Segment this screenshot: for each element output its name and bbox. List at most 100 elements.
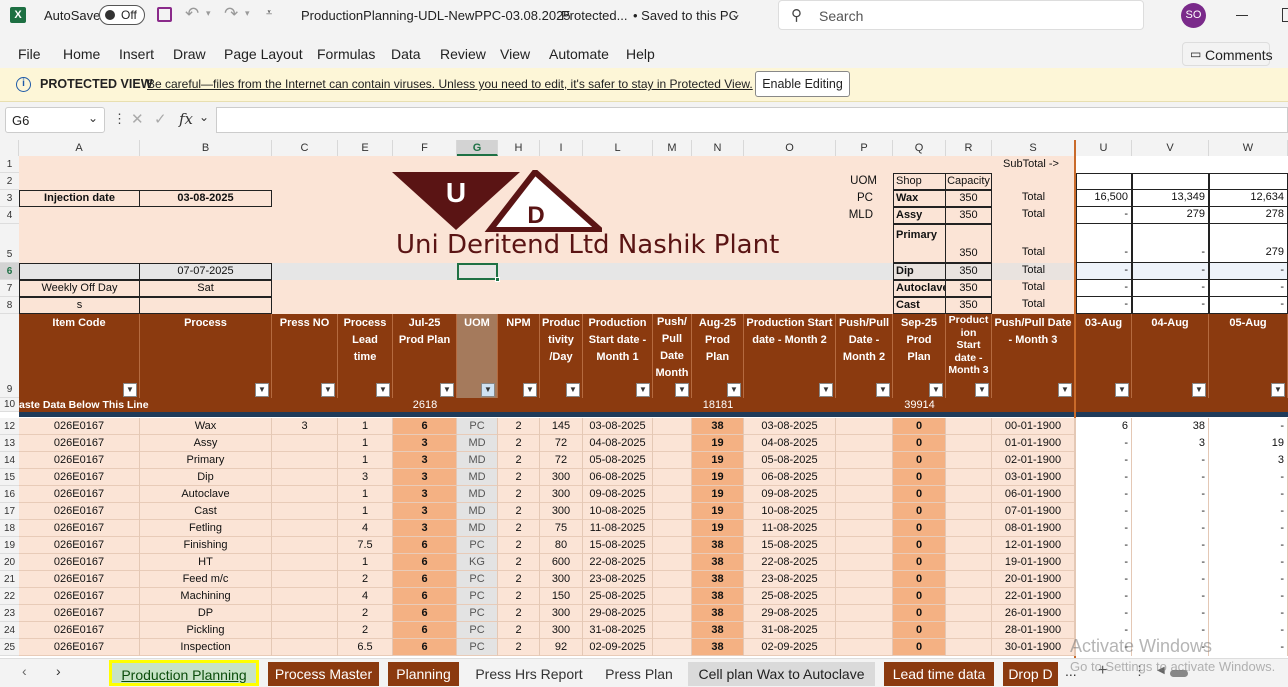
column-header-r[interactable]: R (946, 140, 992, 156)
cell-aug[interactable]: 19 (692, 452, 743, 468)
row-header-6[interactable]: 6 (0, 263, 19, 280)
cell-prod[interactable]: 145 (540, 418, 582, 434)
cell-process[interactable]: HT (140, 554, 271, 570)
filter-dropdown-icon[interactable]: ▼ (566, 383, 580, 397)
column-header-o[interactable]: O (744, 140, 836, 156)
column-header-v[interactable]: V (1132, 140, 1209, 156)
row-header-20[interactable]: 20 (0, 554, 19, 571)
cell-start2[interactable]: 29-08-2025 (744, 605, 835, 621)
cell-prod[interactable]: 600 (540, 554, 582, 570)
comments-button[interactable]: ▭ Comments (1182, 42, 1273, 66)
cell-item[interactable]: 026E0167 (19, 622, 139, 638)
tab-process-master[interactable]: Process Master (268, 662, 379, 686)
cell-lead[interactable]: 2 (338, 622, 392, 638)
row-header-4[interactable]: 4 (0, 207, 19, 224)
subtotal-u[interactable]: - (1076, 280, 1132, 297)
cell-v[interactable]: - (1132, 520, 1208, 536)
row-header-7[interactable]: 7 (0, 280, 19, 297)
subtotal-w[interactable]: 278 (1209, 207, 1288, 224)
cell-item[interactable]: 026E0167 (19, 520, 139, 536)
cell-start2[interactable]: 31-08-2025 (744, 622, 835, 638)
cell-press[interactable] (272, 571, 337, 587)
cell-w[interactable]: - (1209, 571, 1287, 587)
enable-editing-button[interactable]: Enable Editing (755, 71, 850, 97)
tab-lead-time-data[interactable]: Lead time data (884, 662, 994, 686)
row-header-8[interactable]: 8 (0, 297, 19, 314)
fill-handle[interactable] (495, 277, 500, 282)
column-header-c[interactable]: C (272, 140, 338, 156)
cell-pp3[interactable]: 02-01-1900 (992, 452, 1074, 468)
filter-dropdown-icon[interactable]: ▼ (123, 383, 137, 397)
cell-pp3[interactable]: 08-01-1900 (992, 520, 1074, 536)
cell-aug[interactable]: 19 (692, 486, 743, 502)
cell-npm[interactable]: 2 (498, 605, 539, 621)
subtotal-u[interactable]: 16,500 (1076, 190, 1132, 207)
subtotal-u[interactable]: - (1076, 224, 1132, 263)
cell-jul[interactable]: 6 (393, 588, 456, 604)
cell-aug[interactable]: 38 (692, 571, 743, 587)
cell-w[interactable]: - (1209, 588, 1287, 604)
subtotal-u[interactable]: - (1076, 207, 1132, 224)
column-header-p[interactable]: P (836, 140, 893, 156)
cell-jul[interactable]: 3 (393, 435, 456, 451)
cell-w[interactable]: - (1209, 469, 1287, 485)
cell-press[interactable] (272, 486, 337, 502)
next-sheet-icon[interactable]: › (56, 663, 61, 679)
cell-lead[interactable]: 1 (338, 418, 392, 434)
cell-u[interactable]: - (1076, 503, 1131, 519)
cell-u[interactable]: - (1076, 639, 1131, 655)
cell-w[interactable]: - (1209, 605, 1287, 621)
column-header-l[interactable]: L (583, 140, 653, 156)
cell-prod[interactable]: 80 (540, 537, 582, 553)
tab-drop-d[interactable]: Drop D (1003, 662, 1058, 686)
cell-sep[interactable]: 0 (893, 588, 945, 604)
cell-lead[interactable]: 3 (338, 469, 392, 485)
cell-pp3[interactable]: 03-01-1900 (992, 469, 1074, 485)
cell-start1[interactable]: 23-08-2025 (583, 571, 652, 587)
undo-icon[interactable]: ↶ (185, 4, 199, 24)
row-header-13[interactable]: 13 (0, 435, 19, 452)
name-box[interactable]: G6 ⌄ (5, 107, 105, 133)
menu-formulas[interactable]: Formulas (317, 46, 375, 62)
column-header-a[interactable]: A (19, 140, 140, 156)
subtotal-v[interactable]: 13,349 (1132, 190, 1209, 207)
cell-jul[interactable]: 6 (393, 622, 456, 638)
cell-lead[interactable]: 4 (338, 588, 392, 604)
row-header-5[interactable]: 5 (0, 224, 19, 263)
tab-press-plan[interactable]: Press Plan (597, 662, 681, 686)
subtotal-empty-cell[interactable] (1132, 173, 1209, 190)
cell-lead[interactable]: 4 (338, 520, 392, 536)
cell-sep[interactable]: 0 (893, 622, 945, 638)
cell-v[interactable]: - (1132, 486, 1208, 502)
cell-u[interactable]: - (1076, 452, 1131, 468)
cell-lead[interactable]: 1 (338, 554, 392, 570)
cell-start2[interactable]: 10-08-2025 (744, 503, 835, 519)
cell-npm[interactable]: 2 (498, 554, 539, 570)
avatar[interactable]: SO (1181, 3, 1206, 28)
cell-start1[interactable]: 06-08-2025 (583, 469, 652, 485)
filter-dropdown-icon[interactable]: ▼ (321, 383, 335, 397)
cell-process[interactable]: Inspection (140, 639, 271, 655)
cell-npm[interactable]: 2 (498, 418, 539, 434)
filter-dropdown-icon[interactable]: ▼ (819, 383, 833, 397)
customize-toolbar-icon[interactable]: ⩡ (266, 7, 272, 20)
cell-pp3[interactable]: 30-01-1900 (992, 639, 1074, 655)
cell-prod[interactable]: 72 (540, 435, 582, 451)
row-header-22[interactable]: 22 (0, 588, 19, 605)
cell-item[interactable]: 026E0167 (19, 486, 139, 502)
column-header-e[interactable]: E (338, 140, 393, 156)
cell-pp3[interactable]: 06-01-1900 (992, 486, 1074, 502)
cell-jul[interactable]: 6 (393, 639, 456, 655)
cell-npm[interactable]: 2 (498, 435, 539, 451)
column-header-u[interactable]: U (1076, 140, 1132, 156)
search-box[interactable]: ⚲ Search (778, 0, 1144, 30)
cell-press[interactable] (272, 605, 337, 621)
cell-uom[interactable]: MD (457, 486, 497, 502)
filter-dropdown-icon[interactable]: ▼ (376, 383, 390, 397)
filter-dropdown-icon[interactable]: ▼ (675, 383, 689, 397)
filter-dropdown-icon[interactable]: ▼ (523, 383, 537, 397)
cell-process[interactable]: Dip (140, 469, 271, 485)
cell-pp3[interactable]: 20-01-1900 (992, 571, 1074, 587)
cell-uom[interactable]: PC (457, 639, 497, 655)
cell-npm[interactable]: 2 (498, 588, 539, 604)
